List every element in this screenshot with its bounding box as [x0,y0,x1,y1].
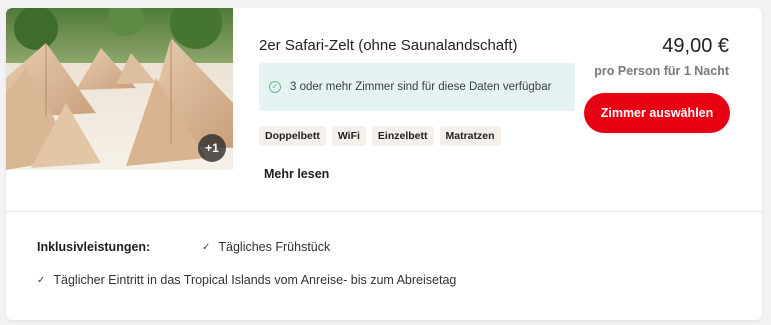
room-photo[interactable]: +1 [6,8,233,170]
inclusion-item: ✓ Tägliches Frühstück [202,240,330,254]
inclusion-text: Tägliches Frühstück [218,240,331,254]
availability-text: 3 oder mehr Zimmer sind für diese Daten … [290,81,552,93]
amenity-tag: WiFi [331,126,366,146]
more-photos-badge[interactable]: +1 [198,134,226,162]
inclusions-label: Inklusivleistungen: [37,240,151,254]
checkmark-icon: ✓ [202,241,211,253]
amenity-tag: Doppelbett [259,126,326,146]
room-card: +1 2er Safari-Zelt (ohne Saunalandschaft… [6,8,762,320]
amenity-tag: Matratzen [439,126,501,146]
checkmark-icon: ✓ [37,274,46,286]
read-more-link[interactable]: Mehr lesen [264,167,329,181]
amenity-list: Doppelbett WiFi Einzelbett Matratzen [259,126,501,146]
room-price: 49,00 € [662,35,729,57]
inclusion-text: Täglicher Eintritt in das Tropical Islan… [53,273,457,287]
availability-notice: ✓ 3 oder mehr Zimmer sind für diese Date… [259,63,575,111]
amenity-tag: Einzelbett [371,126,434,146]
price-note: pro Person für 1 Nacht [594,64,729,78]
section-divider [6,211,762,212]
inclusion-item: ✓ Täglicher Eintritt in das Tropical Isl… [37,273,456,287]
select-room-button[interactable]: Zimmer auswählen [584,93,730,133]
check-circle-icon: ✓ [269,81,281,93]
room-title: 2er Safari-Zelt (ohne Saunalandschaft) [259,37,518,54]
